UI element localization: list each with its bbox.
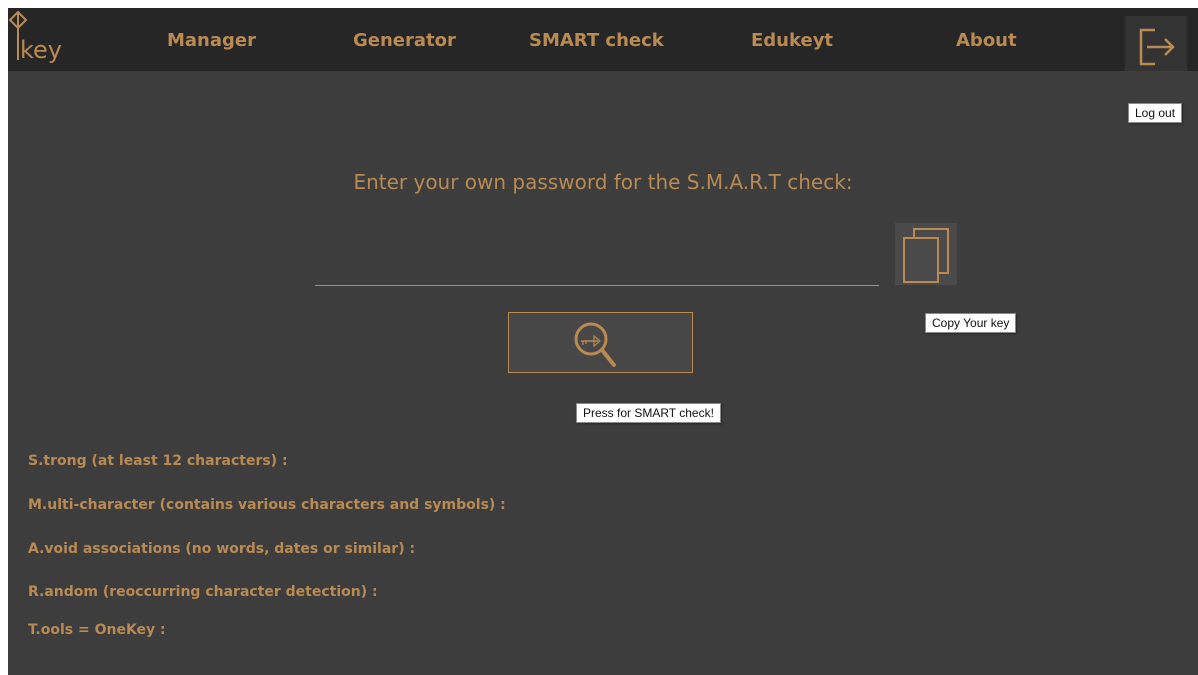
navbar: key Manager Generator SMART check Edukey…	[8, 8, 1198, 71]
criteria-strong: S.trong (at least 12 characters) :	[28, 453, 288, 469]
logo-text: key	[20, 36, 62, 64]
app-window: key Manager Generator SMART check Edukey…	[8, 8, 1198, 675]
nav-edukeyt[interactable]: Edukeyt	[751, 28, 833, 54]
nav-about[interactable]: About	[956, 28, 1017, 54]
criteria-tools: T.ools = OneKey :	[28, 622, 166, 638]
smart-check-tooltip: Press for SMART check!	[576, 403, 721, 423]
copy-icon	[903, 228, 949, 283]
logout-icon	[1139, 28, 1175, 66]
logout-button[interactable]	[1125, 16, 1187, 71]
nav-manager[interactable]: Manager	[167, 28, 256, 54]
password-input[interactable]	[315, 258, 879, 286]
onekey-logo[interactable]: key	[8, 8, 88, 71]
nav-smart-check[interactable]: SMART check	[529, 28, 664, 54]
criteria-random: R.andom (reoccurring character detection…	[28, 584, 378, 600]
magnifier-key-icon	[574, 322, 616, 367]
key-logo-icon: key	[8, 10, 62, 64]
page-heading: Enter your own password for the S.M.A.R.…	[353, 170, 853, 194]
nav-generator[interactable]: Generator	[353, 28, 456, 54]
criteria-avoid-associations: A.void associations (no words, dates or …	[28, 541, 416, 557]
copy-key-tooltip: Copy Your key	[925, 313, 1017, 333]
logout-tooltip: Log out	[1128, 103, 1183, 123]
copy-key-button[interactable]	[895, 223, 957, 285]
criteria-multi-character: M.ulti-character (contains various chara…	[28, 497, 506, 513]
smart-check-button[interactable]	[508, 312, 693, 373]
